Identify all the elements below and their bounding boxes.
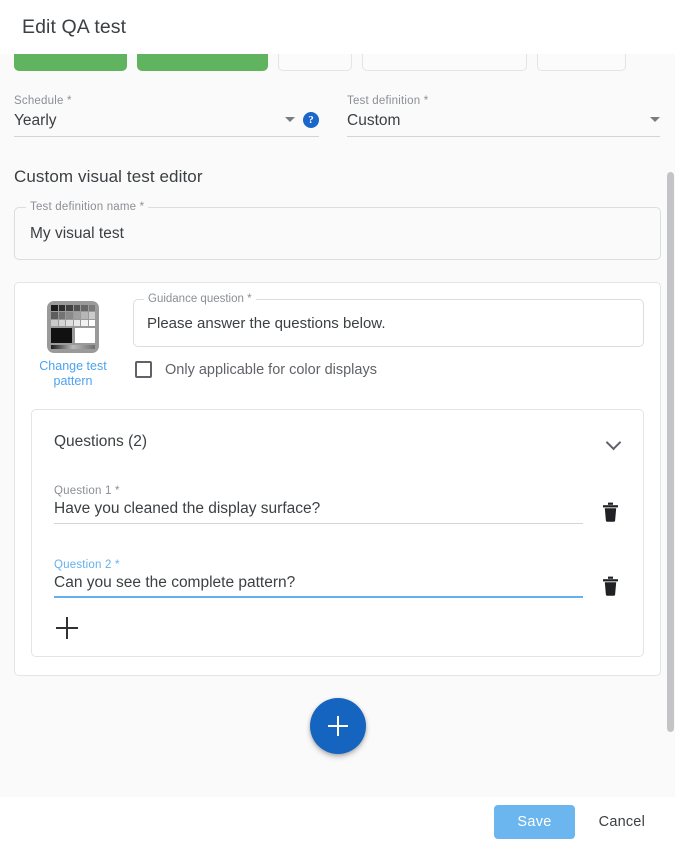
chip-green-2[interactable] [137,54,268,71]
pattern-black-patch [51,328,72,343]
pattern-steps-row-2 [51,312,95,318]
plus-icon[interactable] [56,617,78,639]
scrollbar-track[interactable] [666,54,675,797]
dialog-footer: Save Cancel [0,797,675,846]
dialog-scroll-content: Schedule * Yearly ? Test definition * Cu… [0,54,675,797]
grayscale-test-pattern-thumbnail[interactable] [47,301,99,353]
clipped-top-row [14,54,661,71]
add-test-definition-fab-wrap [14,698,661,780]
schedule-select[interactable]: Schedule * Yearly ? [14,94,319,137]
chip-outline-3[interactable] [537,54,626,71]
schedule-label: Schedule * [14,94,319,108]
test-definition-name-field[interactable]: Test definition name * My visual test [14,207,661,260]
pattern-steps-row-1 [51,305,95,311]
section-title: Custom visual test editor [14,167,661,187]
add-question-row [54,600,621,656]
change-test-pattern-link[interactable]: Change test pattern [31,359,115,389]
plus-icon[interactable] [310,698,366,754]
pattern-and-guidance-row: Change test pattern Guidance question * … [31,299,644,389]
page-title: Edit QA test [22,16,126,39]
question-row: Question 2 * Can you see the complete pa… [54,558,621,600]
question-1-input[interactable]: Have you cleaned the display surface? [54,500,583,524]
question-2-field[interactable]: Question 2 * Can you see the complete pa… [54,558,583,598]
test-definition-name-value: My visual test [30,225,124,243]
test-definition-label: Test definition * [347,94,660,108]
save-button[interactable]: Save [494,805,574,839]
guidance-question-label: Guidance question * [144,293,256,306]
test-definition-value-row[interactable]: Custom [347,110,660,137]
question-1-field[interactable]: Question 1 * Have you cleaned the displa… [54,484,583,524]
question-2-label: Question 2 * [54,558,583,572]
guidance-question-field[interactable]: Guidance question * Please answer the qu… [133,299,644,347]
trash-icon[interactable] [599,572,621,596]
questions-panel: Questions (2) Question 1 * Have you clea… [31,409,644,657]
chip-outline-1[interactable] [278,54,352,71]
questions-panel-title: Questions (2) [54,433,607,451]
selects-row: Schedule * Yearly ? Test definition * Cu… [14,94,661,137]
chevron-down-icon[interactable] [607,435,621,449]
test-definition-select[interactable]: Test definition * Custom [347,94,660,137]
edit-qa-test-dialog: Edit QA test Schedule * Yearly ? Test de [0,0,675,846]
chevron-down-icon[interactable] [650,117,660,122]
question-1-label: Question 1 * [54,484,583,498]
visual-test-editor-card: Change test pattern Guidance question * … [14,282,661,676]
pattern-steps-row-3 [51,320,95,326]
guidance-question-value: Please answer the questions below. [147,315,385,332]
pattern-white-patch [75,328,96,343]
chevron-down-icon[interactable] [285,117,295,122]
test-definition-value: Custom [347,110,644,132]
color-displays-checkbox-label: Only applicable for color displays [165,362,377,378]
question-2-input[interactable]: Can you see the complete pattern? [54,574,583,598]
pattern-gradient-bar [51,345,95,349]
question-row: Question 1 * Have you cleaned the displa… [54,484,621,526]
dialog-titlebar: Edit QA test [0,0,675,54]
cancel-button[interactable]: Cancel [591,805,653,839]
schedule-value-row[interactable]: Yearly ? [14,110,319,137]
color-displays-checkbox[interactable] [135,361,152,378]
scrollbar-thumb[interactable] [667,172,674,732]
test-pattern-column: Change test pattern [31,299,115,389]
help-icon[interactable]: ? [303,112,319,128]
chip-outline-2[interactable] [362,54,527,71]
color-displays-checkbox-row[interactable]: Only applicable for color displays [133,361,644,378]
pattern-black-white-patches [51,328,95,343]
chip-green-1[interactable] [14,54,127,71]
questions-panel-header[interactable]: Questions (2) [54,410,621,474]
schedule-value: Yearly [14,110,279,132]
trash-icon[interactable] [599,498,621,522]
guidance-column: Guidance question * Please answer the qu… [133,299,644,378]
test-definition-name-label: Test definition name * [26,201,148,214]
